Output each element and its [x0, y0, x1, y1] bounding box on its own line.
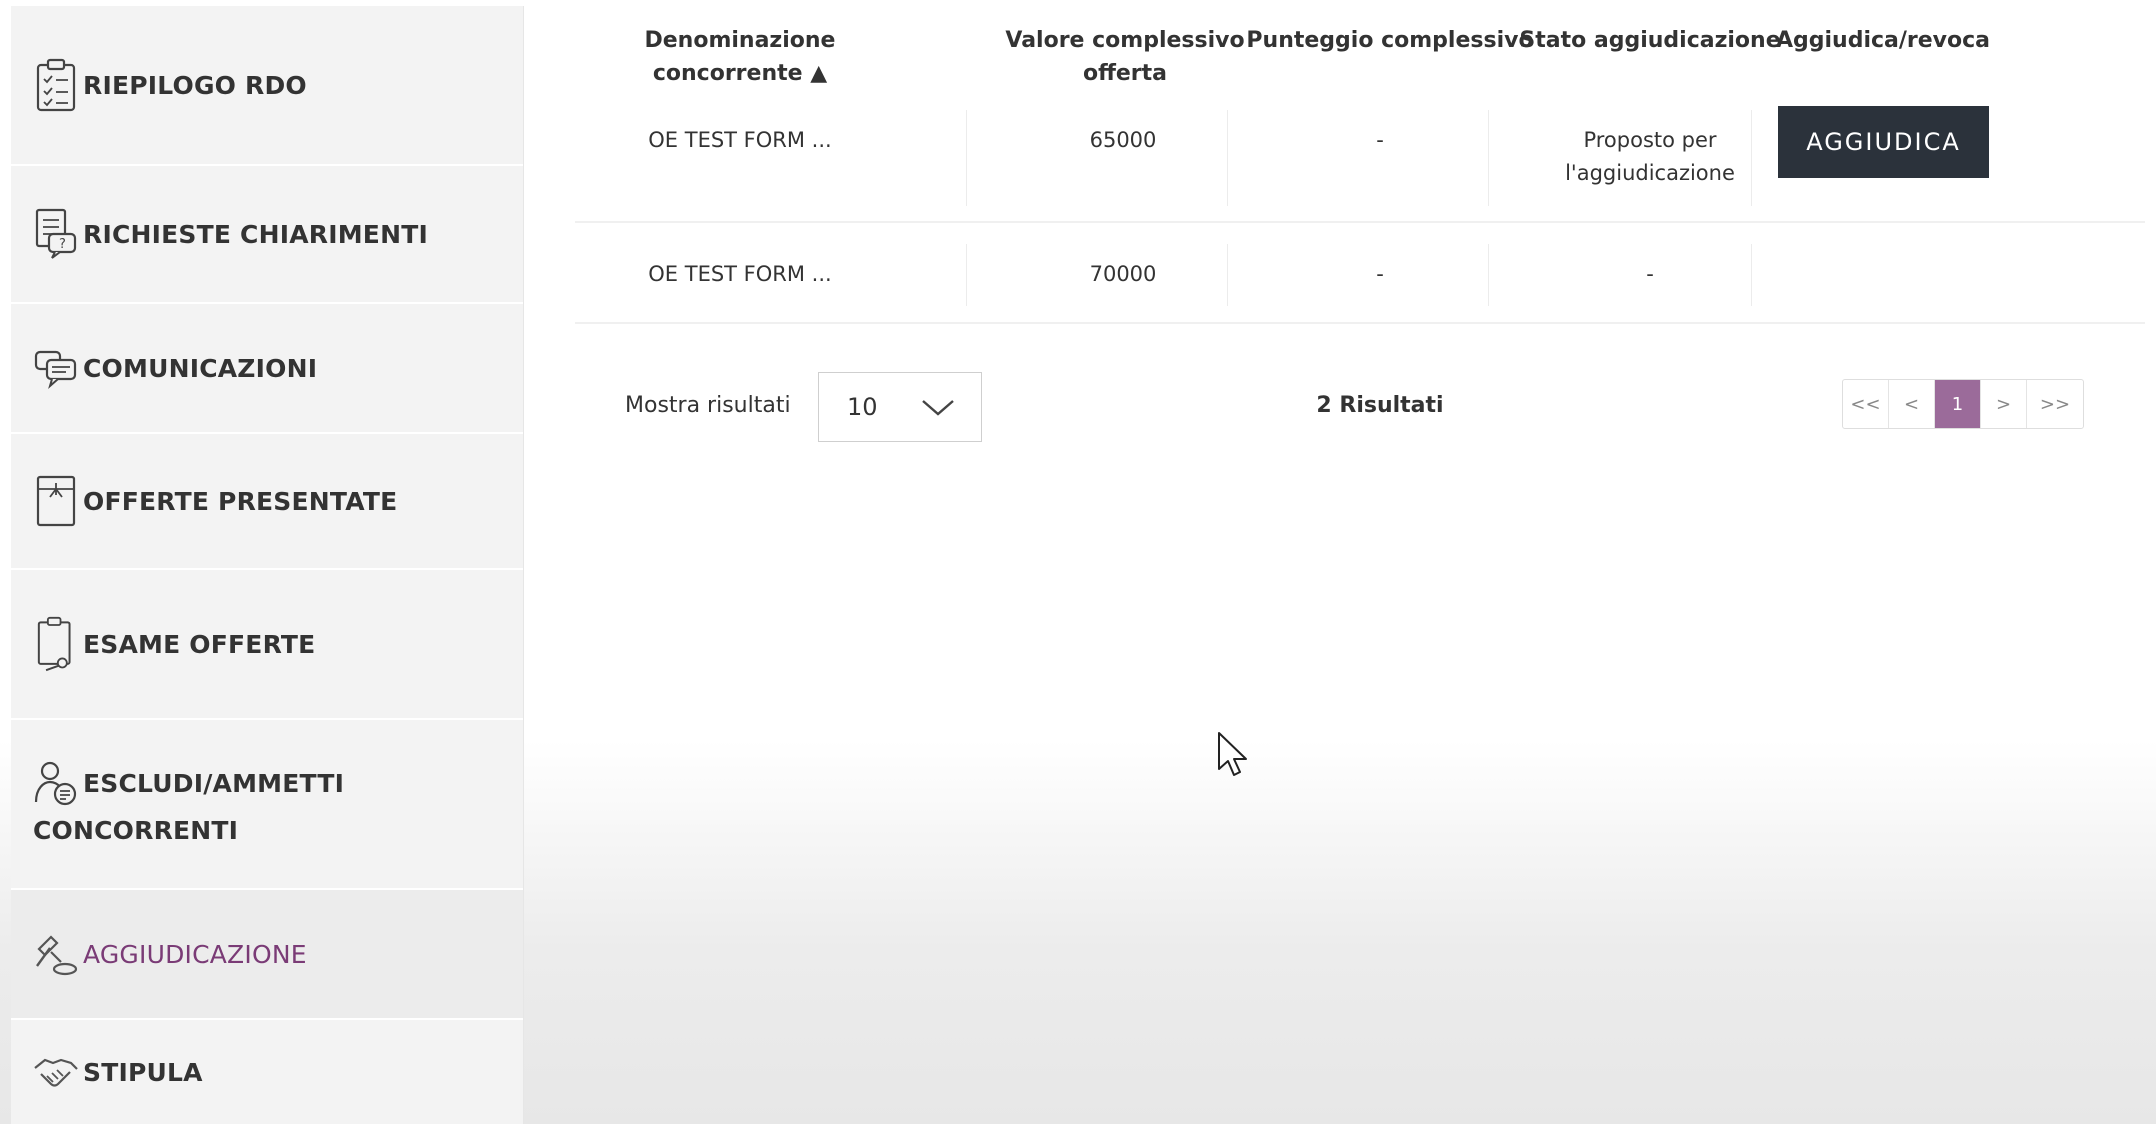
sidebar-item-stipula[interactable]: STIPULA	[11, 1020, 523, 1124]
column-header-score: Punteggio complessivo	[1246, 28, 1534, 53]
row-divider	[575, 322, 2145, 324]
handshake-icon	[34, 1058, 78, 1087]
sidebar-item-riepilogo-rdo[interactable]: RIEPILOGO RDO	[11, 6, 523, 166]
sidebar-item-escludi-ammetti-concorrenti[interactable]: ESCLUDI/AMMETTI CONCORRENTI	[11, 720, 523, 890]
cell-status-line1: Proposto per	[1583, 128, 1717, 152]
sidebar-item-label-line2: CONCORRENTI	[33, 816, 239, 845]
sidebar-item-label: COMUNICAZIONI	[83, 353, 318, 383]
sidebar-item-aggiudicazione[interactable]: AGGIUDICAZIONE	[11, 890, 523, 1020]
cell-name: OE TEST FORM ...	[648, 262, 832, 286]
page-size-value: 10	[847, 393, 878, 421]
document-magnifier-icon	[37, 616, 71, 672]
offer-document-icon	[36, 475, 76, 527]
column-header-name[interactable]: Denominazione concorrente ▲	[585, 24, 895, 90]
column-header-value-line1: Valore complessivo	[1005, 28, 1245, 53]
first-page-button[interactable]: <<	[1843, 380, 1889, 428]
cell-status: -	[1646, 262, 1654, 286]
mouse-pointer-icon	[1218, 732, 1247, 776]
column-divider	[966, 244, 967, 306]
clipboard-checklist-icon	[36, 58, 76, 112]
chevron-down-icon	[922, 400, 954, 416]
cell-status-line2: l'aggiudicazione	[1565, 161, 1735, 185]
page-size-select[interactable]: 10	[818, 372, 982, 442]
document-question-icon: ?	[35, 208, 77, 259]
column-divider	[1488, 110, 1489, 206]
page-1-button[interactable]: 1	[1935, 380, 1981, 428]
column-header-action: Aggiudica/revoca	[1775, 28, 1991, 53]
next-page-button[interactable]: >	[1981, 380, 2027, 428]
sidebar-item-label: AGGIUDICAZIONE	[83, 939, 307, 969]
results-count: 2 Risultati	[1316, 393, 1444, 418]
sidebar-item-label: OFFERTE PRESENTATE	[83, 486, 398, 516]
sidebar-item-label: STIPULA	[83, 1057, 203, 1087]
column-divider	[1227, 244, 1228, 306]
aggiudica-button[interactable]: AGGIUDICA	[1778, 106, 1989, 178]
cell-score: -	[1376, 262, 1384, 286]
show-results-label: Mostra risultati	[625, 393, 791, 418]
column-divider	[1227, 110, 1228, 206]
sidebar-item-label: RICHIESTE CHIARIMENTI	[83, 219, 428, 249]
cell-name: OE TEST FORM ...	[648, 128, 832, 152]
sidebar: RIEPILOGO RDO ? RICHIESTE CHIARIMENTI CO…	[11, 6, 524, 1124]
chat-bubbles-icon	[34, 350, 77, 389]
person-list-icon	[34, 761, 77, 806]
sidebar-item-comunicazioni[interactable]: COMUNICAZIONI	[11, 304, 523, 434]
sidebar-item-esame-offerte[interactable]: ESAME OFFERTE	[11, 570, 523, 720]
sidebar-item-offerte-presentate[interactable]: OFFERTE PRESENTATE	[11, 434, 523, 570]
column-divider	[1751, 110, 1752, 206]
cell-status: Proposto per l'aggiudicazione	[1515, 124, 1785, 190]
row-divider	[575, 221, 2145, 223]
column-divider	[1488, 244, 1489, 306]
column-header-value: Valore complessivo offerta	[965, 24, 1285, 90]
sidebar-item-label: ESAME OFFERTE	[83, 629, 316, 659]
sidebar-item-label-line1: ESCLUDI/AMMETTI	[83, 768, 345, 798]
pagination: << < 1 > >>	[1842, 379, 2084, 429]
column-header-status: Stato aggiudicazione	[1519, 28, 1781, 53]
svg-text:?: ?	[59, 237, 66, 252]
column-divider	[966, 110, 967, 206]
gavel-icon	[36, 935, 78, 976]
sidebar-item-label: RIEPILOGO RDO	[83, 70, 307, 100]
cell-score: -	[1376, 128, 1384, 152]
column-divider	[1751, 244, 1752, 306]
last-page-button[interactable]: >>	[2027, 380, 2083, 428]
column-header-value-line2: offerta	[1082, 61, 1168, 86]
previous-page-button[interactable]: <	[1889, 380, 1935, 428]
sidebar-item-richieste-chiarimenti[interactable]: ? RICHIESTE CHIARIMENTI	[11, 166, 523, 304]
